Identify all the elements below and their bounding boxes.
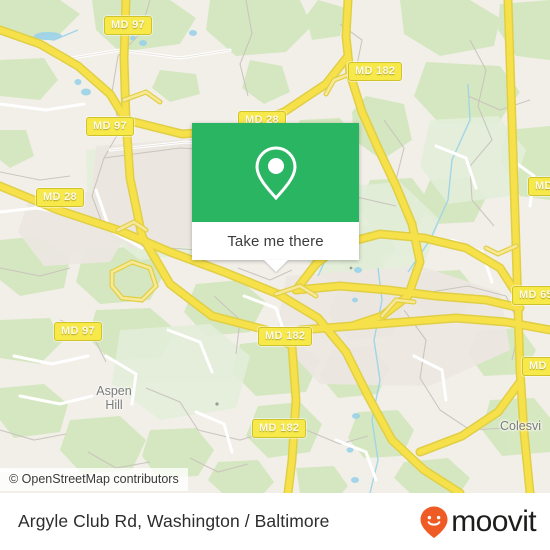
place-label-line-1: Aspen xyxy=(96,384,132,398)
popup-header xyxy=(192,123,359,222)
road-shield-md650[interactable]: MD 650 xyxy=(512,286,550,305)
road-shield-md182-north[interactable]: MD 182 xyxy=(348,62,403,81)
moovit-map-screenshot: MD 97 MD 182 MD 97 MD 28 MD 28 MD MD 650… xyxy=(0,0,550,550)
popup-action-bar[interactable]: Take me there xyxy=(192,222,359,260)
location-title: Argyle Club Rd, Washington / Baltimore xyxy=(18,511,330,531)
road-shield-md97-south[interactable]: MD 97 xyxy=(54,322,102,341)
road-shield-md28-west[interactable]: MD 28 xyxy=(36,188,84,207)
place-label-colesville: Colesvi xyxy=(500,419,541,433)
road-shield-md97-north[interactable]: MD 97 xyxy=(104,16,152,35)
road-shield-md97-upper[interactable]: MD 97 xyxy=(86,117,134,136)
road-shield-md182-center[interactable]: MD 182 xyxy=(258,327,313,346)
place-label-line-2: Hill xyxy=(105,398,123,412)
map-pin-icon xyxy=(254,145,297,200)
moovit-wordmark: moovit xyxy=(451,504,536,538)
map-canvas[interactable]: MD 97 MD 182 MD 97 MD 28 MD 28 MD MD 650… xyxy=(0,0,550,493)
road-shield-md182-south[interactable]: MD 182 xyxy=(252,419,307,438)
moovit-brand[interactable]: moovit xyxy=(418,504,537,539)
osm-attribution[interactable]: © OpenStreetMap contributors xyxy=(0,468,188,491)
popup-pointer-tail xyxy=(263,260,288,272)
road-shield-md-east-edge[interactable]: MD xyxy=(528,177,550,196)
footer-bar: Argyle Club Rd, Washington / Baltimore m… xyxy=(0,493,550,550)
place-label-aspen-hill: Aspen Hill xyxy=(84,384,144,412)
take-me-there-label: Take me there xyxy=(227,232,324,250)
moovit-smiley-pin-icon xyxy=(420,506,448,538)
location-popup-card[interactable]: Take me there xyxy=(192,123,359,272)
road-shield-md6-east[interactable]: MD 6 xyxy=(522,357,550,376)
